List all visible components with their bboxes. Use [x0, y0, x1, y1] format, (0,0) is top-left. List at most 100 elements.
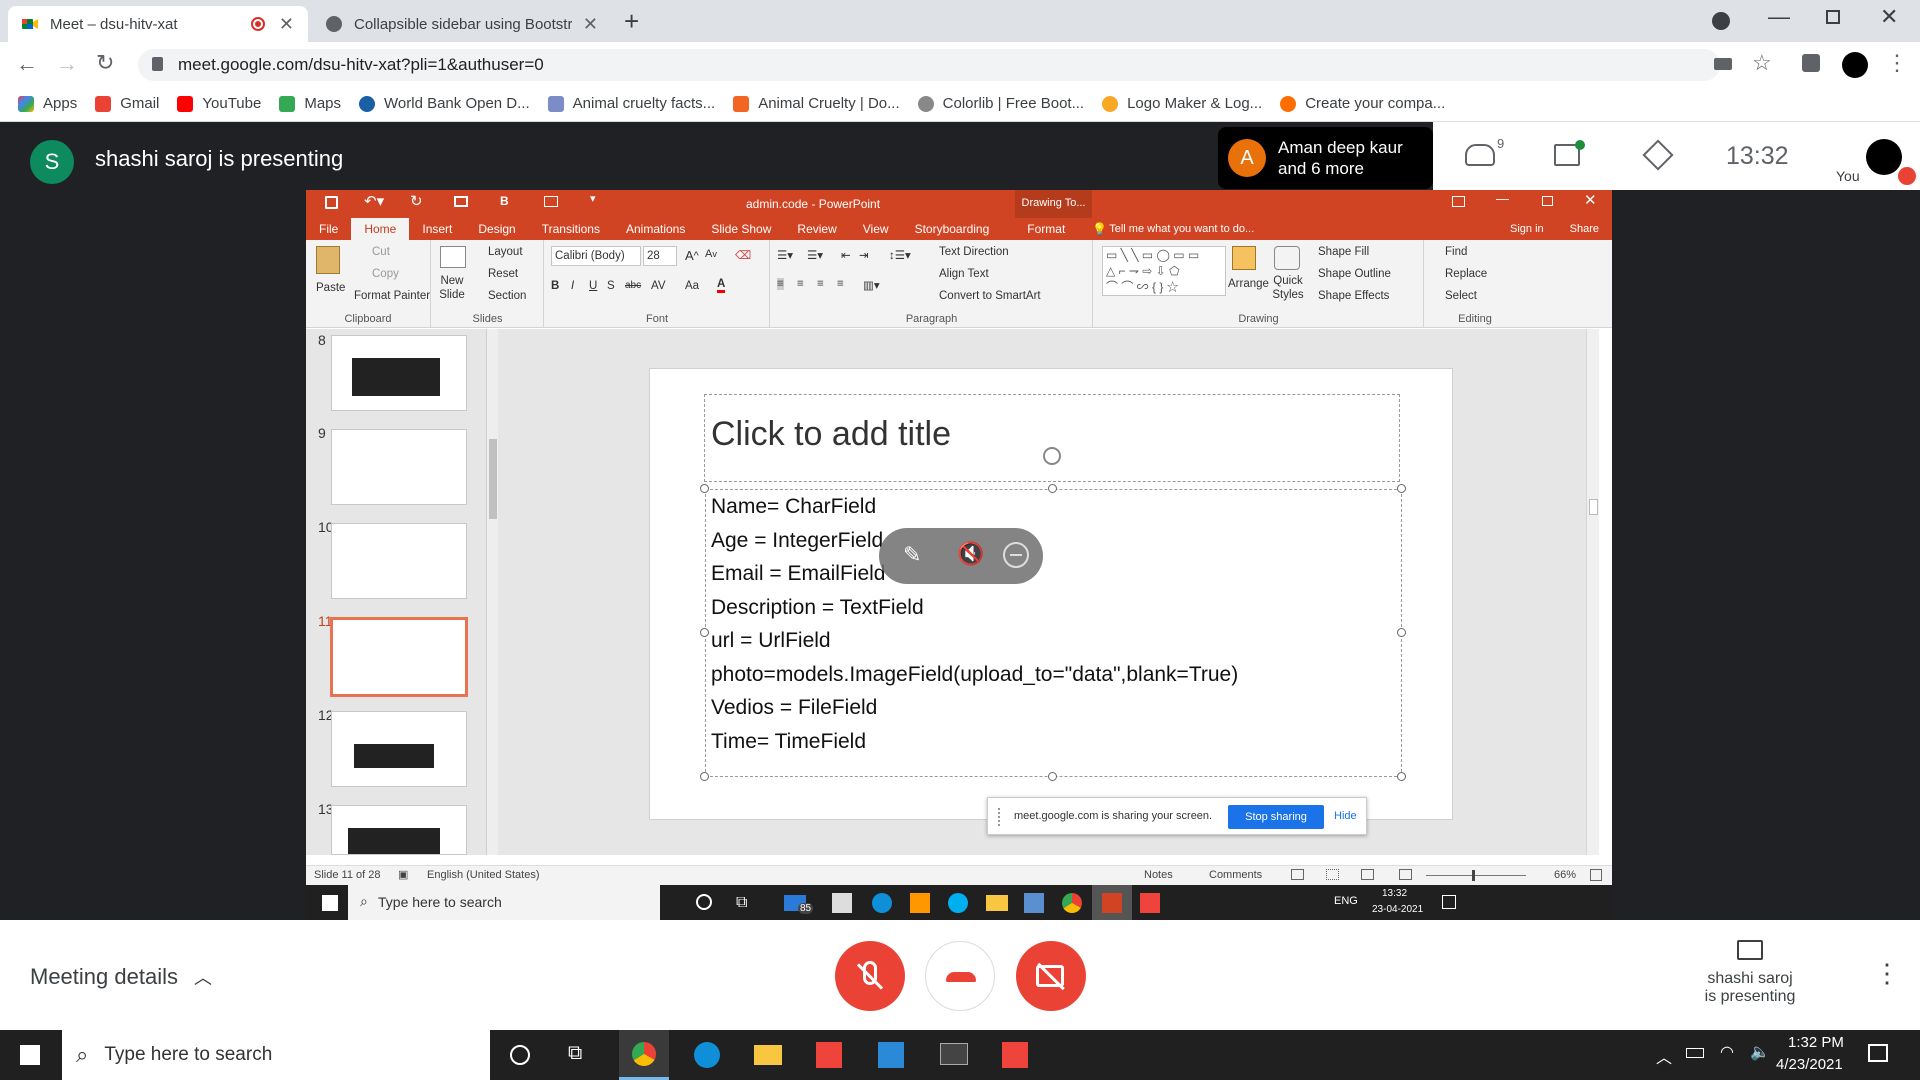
- char-spacing-icon[interactable]: AV: [651, 280, 666, 292]
- bookmark-worldbank[interactable]: World Bank Open D...: [359, 95, 530, 112]
- tab-animations[interactable]: Animations: [613, 222, 698, 236]
- store-icon[interactable]: [832, 893, 852, 913]
- volume-icon[interactable]: 🔈: [1750, 1042, 1770, 1062]
- bookmark-animal-cruelty[interactable]: Animal Cruelty | Do...: [733, 95, 900, 112]
- tab-transitions[interactable]: Transitions: [529, 222, 613, 236]
- shrink-font-icon[interactable]: Av: [705, 248, 717, 260]
- redo-icon[interactable]: ↻: [410, 192, 423, 210]
- tab-view[interactable]: View: [850, 222, 902, 236]
- tab-review[interactable]: Review: [784, 222, 849, 236]
- paste-icon[interactable]: [316, 246, 340, 274]
- mute-speaker-icon[interactable]: 🔇: [957, 541, 984, 567]
- resize-handle[interactable]: [700, 484, 709, 493]
- bold-quick-icon[interactable]: B: [500, 194, 509, 208]
- slide-thumbnail-8[interactable]: [331, 335, 467, 411]
- anydesk2-taskbar-icon[interactable]: [1002, 1042, 1028, 1068]
- copy-button[interactable]: Copy: [372, 268, 399, 280]
- slide-quick-icon[interactable]: [544, 196, 558, 207]
- tell-me-box[interactable]: Tell me what you want to do...: [1107, 223, 1267, 235]
- skype-icon[interactable]: [948, 893, 968, 913]
- reset-button[interactable]: Reset: [488, 268, 518, 280]
- shape-outline-button[interactable]: Shape Outline: [1318, 268, 1391, 280]
- change-case-icon[interactable]: Aa: [685, 280, 699, 292]
- quick-styles-button[interactable]: Quick Styles: [1270, 274, 1306, 302]
- tab-slideshow[interactable]: Slide Show: [698, 222, 784, 236]
- tab-search-icon[interactable]: [1712, 12, 1730, 30]
- slide-thumbnail-13[interactable]: [331, 805, 467, 855]
- people-icon[interactable]: [1465, 144, 1495, 166]
- align-right-icon[interactable]: ≡: [817, 278, 824, 290]
- resize-handle[interactable]: [1397, 484, 1406, 493]
- resize-handle[interactable]: [700, 628, 709, 637]
- paste-button[interactable]: Paste: [316, 282, 345, 294]
- fit-slide-icon[interactable]: [1590, 869, 1602, 881]
- ppt-restore-button[interactable]: [1542, 196, 1553, 206]
- numbering-icon[interactable]: ☰▾: [807, 248, 823, 262]
- chrome-taskbar-icon[interactable]: [619, 1030, 669, 1080]
- bookmark-maps[interactable]: Maps: [279, 95, 341, 112]
- convert-smartart-button[interactable]: Convert to SmartArt: [939, 290, 1041, 302]
- edge-taskbar-icon[interactable]: [694, 1042, 720, 1068]
- resize-handle[interactable]: [1048, 484, 1057, 493]
- line-spacing-icon[interactable]: ↕☰▾: [889, 248, 911, 262]
- explorer-taskbar-icon[interactable]: [754, 1045, 782, 1065]
- title-placeholder-box[interactable]: Click to add title: [704, 394, 1400, 482]
- close-tab-icon[interactable]: ✕: [279, 14, 294, 35]
- close-tab-icon[interactable]: ✕: [583, 14, 598, 35]
- tray-chevron-icon[interactable]: ︿: [1656, 1044, 1672, 1068]
- terminal-taskbar-icon[interactable]: [940, 1043, 968, 1065]
- comments-button[interactable]: Comments: [1209, 869, 1262, 881]
- notes-app-icon[interactable]: [1024, 893, 1044, 913]
- tab-file[interactable]: File: [306, 222, 351, 236]
- reload-icon[interactable]: ↻: [96, 50, 114, 76]
- rotate-handle-icon[interactable]: [1043, 447, 1061, 465]
- vscode-taskbar-icon[interactable]: [878, 1042, 904, 1068]
- columns-icon[interactable]: ▥▾: [863, 278, 880, 292]
- extensions-icon[interactable]: [1802, 54, 1820, 72]
- align-center-icon[interactable]: ≡: [797, 278, 804, 290]
- close-window-button[interactable]: ✕: [1880, 4, 1898, 30]
- new-tab-button[interactable]: +: [624, 6, 639, 37]
- shapes-gallery[interactable]: ▭ ╲ ╲ ▭ ◯ ▭ ▭ △ ⌐ ⇁ ⇨ ⇩ ⬠ ⌒ ⌒ ∽ { } ☆: [1102, 246, 1226, 296]
- sorter-view-icon[interactable]: [1326, 869, 1339, 880]
- task-view-icon[interactable]: ⧉: [568, 1042, 582, 1065]
- new-slide-icon[interactable]: [440, 246, 466, 268]
- zoom-slider[interactable]: [1426, 870, 1526, 881]
- anydesk-taskbar-icon[interactable]: [816, 1042, 842, 1068]
- shape-fill-button[interactable]: Shape Fill: [1318, 246, 1369, 258]
- arrange-icon[interactable]: [1232, 246, 1256, 270]
- shape-effects-button[interactable]: Shape Effects: [1318, 290, 1389, 302]
- activities-icon[interactable]: [1642, 139, 1674, 171]
- select-button[interactable]: Select: [1445, 290, 1477, 302]
- ppt-close-button[interactable]: ✕: [1584, 191, 1597, 209]
- address-bar[interactable]: meet.google.com/dsu-hitv-xat?pli=1&authu…: [138, 49, 1720, 81]
- new-slide-button[interactable]: New Slide: [434, 274, 470, 302]
- save-icon[interactable]: [325, 196, 338, 209]
- menu-icon[interactable]: ⋮: [1886, 50, 1908, 76]
- participants-pill[interactable]: A Aman deep kaur and 6 more: [1218, 127, 1433, 189]
- layout-button[interactable]: Layout: [488, 246, 523, 258]
- mic-off-button[interactable]: [835, 941, 905, 1011]
- increase-indent-icon[interactable]: ⇥: [859, 248, 869, 262]
- notes-button[interactable]: Notes: [1144, 869, 1173, 881]
- replace-button[interactable]: Replace: [1445, 268, 1487, 280]
- shadow-icon[interactable]: S: [607, 280, 615, 292]
- font-name-select[interactable]: Calibri (Body): [551, 246, 641, 266]
- slide-thumbnail-10[interactable]: [331, 523, 467, 599]
- resize-handle[interactable]: [1397, 772, 1406, 781]
- tab-storyboarding[interactable]: Storyboarding: [902, 222, 1003, 236]
- tab-meet[interactable]: Meet – dsu-hitv-xat ✕: [8, 6, 308, 42]
- tab-format[interactable]: Format: [1014, 222, 1078, 236]
- edge-icon[interactable]: [872, 893, 892, 913]
- cortana-icon[interactable]: [510, 1045, 530, 1065]
- bookmark-animal-facts[interactable]: Animal cruelty facts...: [547, 95, 715, 112]
- more-options-icon[interactable]: ⋮: [1874, 958, 1900, 989]
- cut-button[interactable]: Cut: [372, 246, 390, 258]
- align-left-icon[interactable]: ≡: [777, 278, 784, 290]
- undo-icon[interactable]: ↶▾: [364, 192, 384, 210]
- bookmark-star-icon[interactable]: ☆: [1752, 50, 1772, 76]
- sublime-icon[interactable]: [910, 893, 930, 913]
- hang-up-button[interactable]: [925, 941, 995, 1011]
- inner-notification-icon[interactable]: [1442, 895, 1456, 909]
- language-status[interactable]: English (United States): [427, 869, 540, 881]
